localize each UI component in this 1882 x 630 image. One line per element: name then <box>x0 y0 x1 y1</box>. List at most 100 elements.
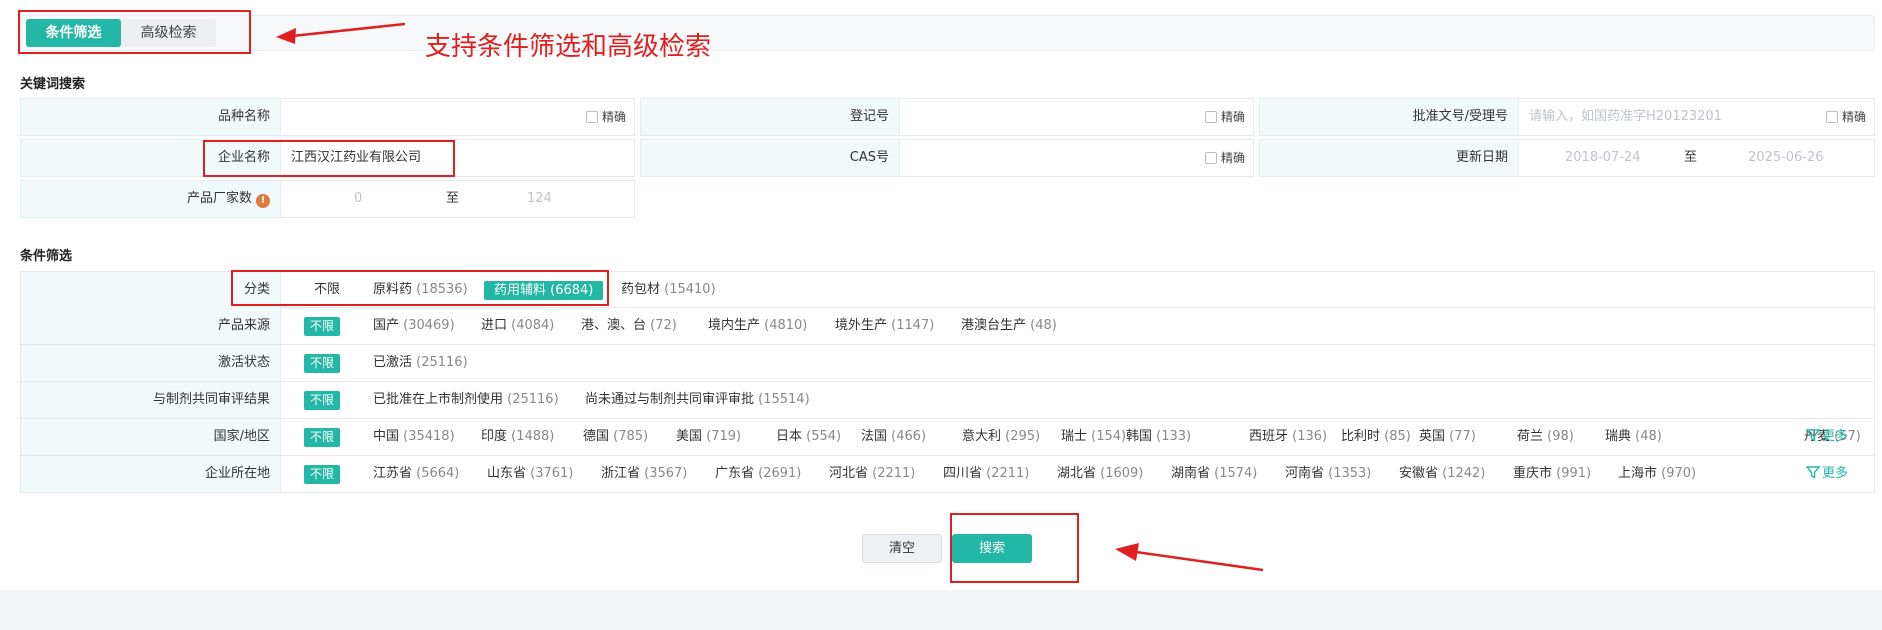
filter-option-text: 意大利 <box>962 429 1002 444</box>
filter-option-count: (30469) <box>403 318 455 333</box>
filter-option[interactable]: 境外生产 (1147) <box>835 308 934 344</box>
info-icon[interactable]: ! <box>256 194 270 208</box>
filter-option[interactable]: 荷兰 (98) <box>1517 419 1574 455</box>
approval-no-exact-checkbox[interactable]: 精确 <box>1825 99 1866 135</box>
filter-option[interactable]: 港、澳、台 (72) <box>581 308 677 344</box>
filter-option[interactable]: 湖南省 (1574) <box>1171 456 1257 492</box>
reg-no-exact-checkbox[interactable]: 精确 <box>1204 99 1245 135</box>
filter-option[interactable]: 安徽省 (1242) <box>1399 456 1485 492</box>
annotation-arrow-search <box>1115 543 1264 572</box>
filter-option[interactable]: 美国 (719) <box>676 419 741 455</box>
clear-button[interactable]: 清空 <box>862 534 942 563</box>
cas-no-input[interactable]: 精确 <box>900 139 1254 177</box>
filter-option[interactable]: 浙江省 (3567) <box>601 456 687 492</box>
filter-option-text: 重庆市 <box>1513 466 1553 481</box>
filter-option[interactable]: 尚未通过与制剂共同审评审批 (15514) <box>585 382 810 418</box>
filter-option-text: 进口 <box>481 318 508 333</box>
update-date-to[interactable]: 2025-06-26 <box>1748 140 1824 176</box>
more-button[interactable]: 更多 <box>1805 419 1849 455</box>
filter-option[interactable]: 河南省 (1353) <box>1285 456 1371 492</box>
filter-option-count: (1353) <box>1328 466 1372 481</box>
manufacturer-count-from[interactable]: 0 <box>354 181 362 217</box>
filter-option[interactable]: 已批准在上市制剂使用 (25116) <box>373 382 559 418</box>
filter-option[interactable]: 西班牙 (136) <box>1249 419 1327 455</box>
filter-option-count: (85) <box>1384 429 1411 444</box>
filter-row-label: 企业所在地 <box>21 456 281 492</box>
filter-option-text: 浙江省 <box>601 466 641 481</box>
filter-option-text: 不限 <box>310 393 335 407</box>
filter-option[interactable]: 广东省 (2691) <box>715 456 801 492</box>
filter-option[interactable]: 日本 (554) <box>776 419 841 455</box>
filter-option-text: 河北省 <box>829 466 869 481</box>
reg-no-input[interactable]: 精确 <box>900 98 1254 136</box>
checkbox-icon <box>1825 111 1838 123</box>
filter-option[interactable]: 比利时 (85) <box>1341 419 1411 455</box>
filter-option[interactable]: 印度 (1488) <box>481 419 554 455</box>
variety-name-input[interactable]: 精确 <box>281 98 635 136</box>
filter-option[interactable]: 法国 (466) <box>861 419 926 455</box>
filter-option[interactable]: 河北省 (2211) <box>829 456 915 492</box>
filter-option[interactable]: 进口 (4084) <box>481 308 554 344</box>
filter-option-text: 上海市 <box>1618 466 1658 481</box>
more-button[interactable]: 更多 <box>1805 456 1848 492</box>
filter-option[interactable]: 韩国 (133) <box>1126 419 1191 455</box>
filter-option[interactable]: 湖北省 (1609) <box>1057 456 1143 492</box>
filter-option-count: (15514) <box>758 392 810 407</box>
filter-option-unlimited[interactable]: 不限 <box>304 391 341 410</box>
filter-option-unlimited[interactable]: 不限 <box>304 428 341 447</box>
filter-row: 国家/地区 不限 中国 (35418) 印度 (1488) 德国 (785) 美国 (71… <box>20 419 1875 456</box>
filter-option[interactable]: 中国 (35418) <box>373 419 455 455</box>
manufacturer-count-to[interactable]: 124 <box>527 181 552 217</box>
update-date-label: 更新日期 <box>1259 139 1519 177</box>
filter-option[interactable]: 上海市 (970) <box>1618 456 1696 492</box>
filter-option-unlimited[interactable]: 不限 <box>304 354 341 373</box>
filter-option[interactable]: 意大利 (295) <box>962 419 1040 455</box>
filter-option-unlimited[interactable]: 不限 <box>304 465 341 484</box>
filter-option[interactable]: 瑞士 (154) <box>1061 419 1126 455</box>
filter-option-count: (785) <box>613 429 649 444</box>
filter-option[interactable]: 重庆市 (991) <box>1513 456 1591 492</box>
checkbox-icon <box>585 111 598 123</box>
filter-option[interactable]: 境内生产 (4810) <box>708 308 807 344</box>
filter-option-count: (98) <box>1547 429 1574 444</box>
filter-option-count: (77) <box>1449 429 1476 444</box>
keyword-section-title: 关键词搜索 <box>20 77 86 92</box>
filter-option-count: (2211) <box>872 466 916 481</box>
filter-option-text: 境外生产 <box>835 318 888 333</box>
filter-option[interactable]: 德国 (785) <box>583 419 648 455</box>
more-label: 更多 <box>1822 429 1849 444</box>
filter-option[interactable]: 已激活 (25116) <box>373 345 468 381</box>
variety-name-exact-checkbox[interactable]: 精确 <box>585 99 626 135</box>
filter-option-text: 不限 <box>310 467 335 481</box>
filter-option[interactable]: 四川省 (2211) <box>943 456 1029 492</box>
page: 条件筛选 高级检索 支持条件筛选和高级检索 关键词搜索 品种名称 精确 登记号 … <box>0 0 1882 630</box>
filter-option-count: (1488) <box>511 429 555 444</box>
filter-option-text: 不限 <box>310 430 335 444</box>
filter-option-text: 韩国 <box>1126 429 1153 444</box>
filter-option[interactable]: 山东省 (3761) <box>487 456 573 492</box>
filter-option-text: 不限 <box>310 356 335 370</box>
filter-row-label: 与制剂共同审评结果 <box>21 382 281 418</box>
filter-option[interactable]: 药包材 (15410) <box>621 272 716 308</box>
update-date-from[interactable]: 2018-07-24 <box>1565 140 1641 176</box>
filter-option[interactable]: 国产 (30469) <box>373 308 455 344</box>
filter-option-count: (719) <box>706 429 742 444</box>
filter-icon <box>1805 466 1821 479</box>
filter-option[interactable]: 瑞典 (48) <box>1605 419 1662 455</box>
filter-option-count: (136) <box>1292 429 1328 444</box>
filter-option-text: 药包材 <box>621 282 661 297</box>
filter-option-unlimited[interactable]: 不限 <box>304 317 341 336</box>
approval-no-input[interactable]: 请输入，如国药准字H20123201 精确 <box>1519 98 1875 136</box>
filter-option[interactable]: 英国 (77) <box>1419 419 1476 455</box>
filter-option-count: (3567) <box>644 466 688 481</box>
filter-option-text: 中国 <box>373 429 400 444</box>
filter-option[interactable]: 港澳台生产 (48) <box>961 308 1057 344</box>
filter-option-count: (15410) <box>664 282 716 297</box>
filter-row-label: 激活状态 <box>21 345 281 381</box>
filter-row: 与制剂共同审评结果 不限 已批准在上市制剂使用 (25116) 尚未通过与制剂共同审评… <box>20 382 1875 419</box>
filter-option-count: (991) <box>1556 466 1592 481</box>
cas-no-exact-checkbox[interactable]: 精确 <box>1204 140 1245 176</box>
filter-option-count: (25116) <box>507 392 559 407</box>
filter-option[interactable]: 江苏省 (5664) <box>373 456 459 492</box>
filter-option-count: (133) <box>1156 429 1192 444</box>
